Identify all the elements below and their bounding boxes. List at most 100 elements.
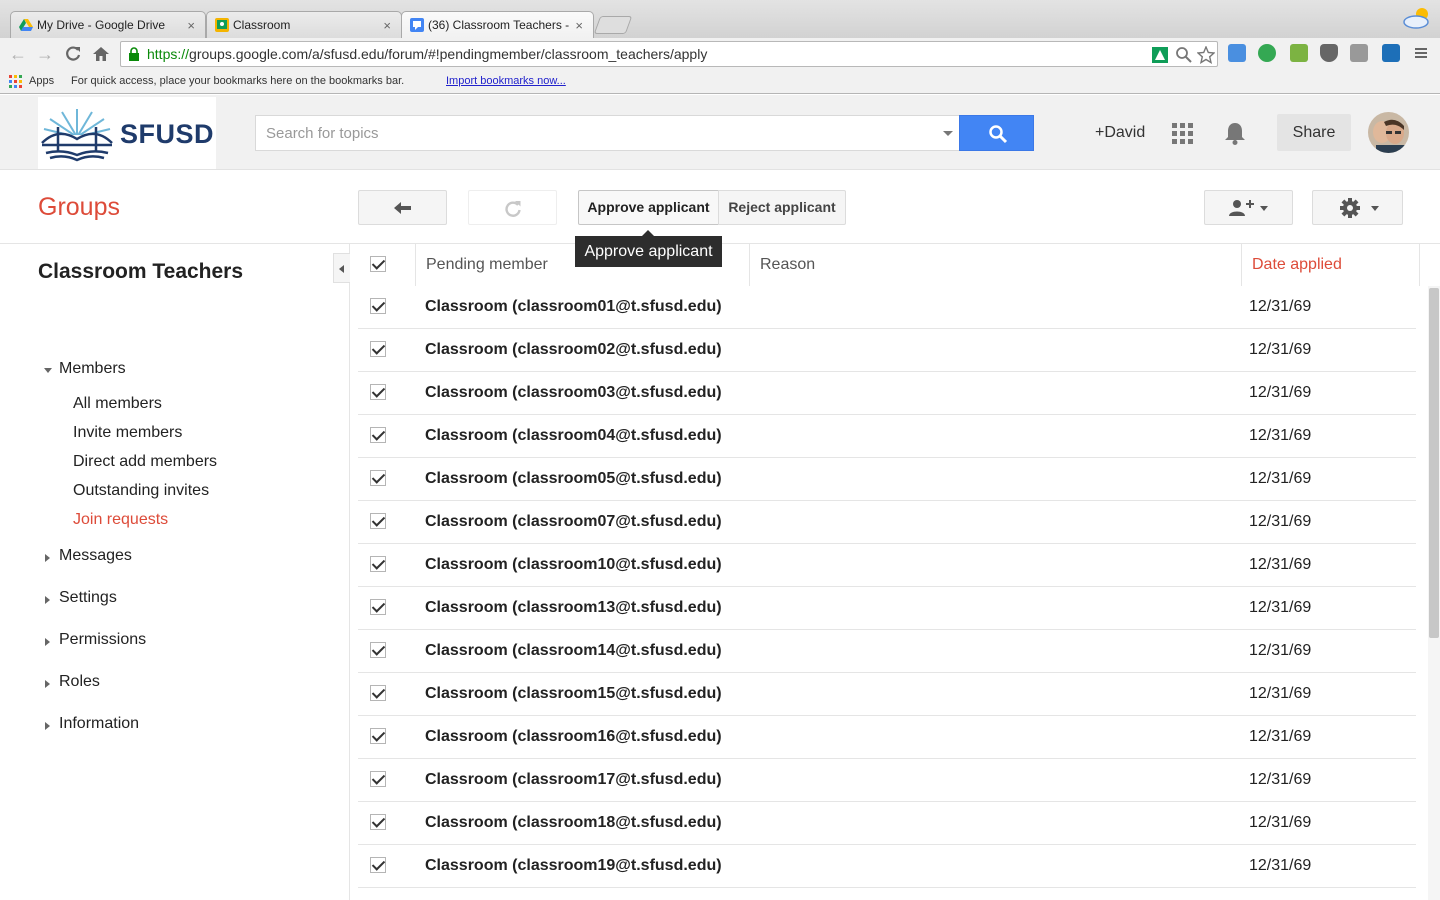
collapsed-triangle-icon[interactable] — [45, 680, 50, 688]
row-checkbox[interactable] — [370, 470, 386, 486]
member-name[interactable]: Classroom (classroom02@t.sfusd.edu) — [425, 341, 722, 359]
weather-icon[interactable] — [1402, 6, 1432, 30]
search-button[interactable] — [959, 115, 1034, 151]
table-row[interactable]: Classroom (classroom10@t.sfusd.edu) 12/31… — [358, 544, 1416, 587]
table-row[interactable]: Classroom (classroom14@t.sfusd.edu) 12/31… — [358, 630, 1416, 673]
row-checkbox[interactable] — [370, 513, 386, 529]
member-name[interactable]: Classroom (classroom19@t.sfusd.edu) — [425, 857, 722, 875]
sidebar-section-messages[interactable]: Messages — [59, 547, 132, 565]
approve-applicant-button[interactable]: Approve applicant — [578, 190, 719, 225]
row-checkbox[interactable] — [370, 599, 386, 615]
row-checkbox[interactable] — [370, 556, 386, 572]
chrome-menu-icon[interactable] — [1412, 44, 1430, 62]
tab-classroom-teachers[interactable]: (36) Classroom Teachers - × — [401, 11, 594, 38]
reject-applicant-button[interactable]: Reject applicant — [718, 190, 846, 225]
close-tab-icon[interactable]: × — [383, 18, 391, 33]
expanded-triangle-icon[interactable] — [44, 368, 52, 373]
table-row[interactable]: Classroom (classroom19@t.sfusd.edu) 12/31… — [358, 845, 1416, 888]
table-row[interactable]: Classroom (classroom05@t.sfusd.edu) 12/31… — [358, 458, 1416, 501]
group-name[interactable]: Classroom Teachers — [38, 260, 243, 284]
row-checkbox[interactable] — [370, 814, 386, 830]
hangouts-extension-icon[interactable] — [1151, 46, 1169, 64]
row-checkbox[interactable] — [370, 642, 386, 658]
close-tab-icon[interactable]: × — [575, 18, 583, 33]
member-name[interactable]: Classroom (classroom01@t.sfusd.edu) — [425, 298, 722, 316]
column-header-reason[interactable]: Reason — [760, 244, 815, 286]
collapse-sidebar-button[interactable] — [333, 253, 350, 283]
row-checkbox[interactable] — [370, 685, 386, 701]
zoom-icon[interactable] — [1175, 46, 1193, 64]
refresh-button[interactable] — [468, 190, 557, 225]
collapsed-triangle-icon[interactable] — [45, 554, 50, 562]
back-button[interactable] — [358, 190, 447, 225]
member-name[interactable]: Classroom (classroom16@t.sfusd.edu) — [425, 728, 722, 746]
pocket-icon[interactable] — [1320, 44, 1338, 62]
table-row[interactable]: Classroom (classroom02@t.sfusd.edu) 12/31… — [358, 329, 1416, 372]
apps-shortcut[interactable]: Apps — [29, 75, 54, 87]
sidebar-section-roles[interactable]: Roles — [59, 673, 100, 691]
extension-gear-icon[interactable] — [1290, 44, 1308, 62]
member-name[interactable]: Classroom (classroom17@t.sfusd.edu) — [425, 771, 722, 789]
row-checkbox[interactable] — [370, 427, 386, 443]
avatar[interactable] — [1368, 112, 1409, 153]
column-header-date-applied[interactable]: Date applied — [1252, 244, 1342, 286]
back-icon[interactable]: ← — [7, 43, 29, 65]
extension-s-icon[interactable] — [1382, 44, 1400, 62]
member-name[interactable]: Classroom (classroom04@t.sfusd.edu) — [425, 427, 722, 445]
row-checkbox[interactable] — [370, 341, 386, 357]
table-row[interactable]: Classroom (classroom01@t.sfusd.edu) 12/31… — [358, 286, 1416, 329]
extension-puzzle-icon[interactable] — [1350, 44, 1368, 62]
row-checkbox[interactable] — [370, 771, 386, 787]
member-name[interactable]: Classroom (classroom13@t.sfusd.edu) — [425, 599, 722, 617]
tab-my-drive[interactable]: My Drive - Google Drive × — [10, 11, 206, 38]
sidebar-item-all-members[interactable]: All members — [73, 395, 162, 413]
member-name[interactable]: Classroom (classroom03@t.sfusd.edu) — [425, 384, 722, 402]
member-name[interactable]: Classroom (classroom18@t.sfusd.edu) — [425, 814, 722, 832]
home-icon[interactable] — [90, 43, 112, 65]
member-name[interactable]: Classroom (classroom14@t.sfusd.edu) — [425, 642, 722, 660]
table-row[interactable]: Classroom (classroom15@t.sfusd.edu) 12/31… — [358, 673, 1416, 716]
sidebar-item-invite-members[interactable]: Invite members — [73, 424, 182, 442]
user-profile-link[interactable]: +David — [1095, 124, 1145, 142]
member-name[interactable]: Classroom (classroom15@t.sfusd.edu) — [425, 685, 722, 703]
table-row[interactable]: Classroom (classroom17@t.sfusd.edu) 12/31… — [358, 759, 1416, 802]
member-name[interactable]: Classroom (classroom05@t.sfusd.edu) — [425, 470, 722, 488]
table-row[interactable]: Classroom (classroom03@t.sfusd.edu) 12/31… — [358, 372, 1416, 415]
column-header-pending-member[interactable]: Pending member — [426, 244, 548, 286]
google-apps-icon[interactable] — [1172, 123, 1193, 144]
import-bookmarks-link[interactable]: Import bookmarks now... — [446, 75, 566, 87]
extension-evernote-icon[interactable] — [1258, 44, 1276, 62]
groups-title[interactable]: Groups — [38, 193, 120, 222]
extension-arrow-icon[interactable] — [1228, 44, 1246, 62]
row-checkbox[interactable] — [370, 298, 386, 314]
notifications-bell-icon[interactable] — [1222, 120, 1248, 146]
member-actions-button[interactable] — [1204, 190, 1293, 225]
table-row[interactable]: Classroom (classroom18@t.sfusd.edu) 12/31… — [358, 802, 1416, 845]
address-bar[interactable]: https://groups.google.com/a/sfusd.edu/fo… — [120, 41, 1218, 67]
row-checkbox[interactable] — [370, 857, 386, 873]
forward-icon[interactable]: → — [34, 43, 56, 65]
sidebar-item-direct-add-members[interactable]: Direct add members — [73, 453, 217, 471]
sidebar-section-settings[interactable]: Settings — [59, 589, 117, 607]
member-name[interactable]: Classroom (classroom10@t.sfusd.edu) — [425, 556, 722, 574]
scrollbar-thumb[interactable] — [1429, 288, 1439, 638]
sidebar-item-join-requests[interactable]: Join requests — [73, 511, 168, 529]
sidebar-section-information[interactable]: Information — [59, 715, 139, 733]
sidebar-item-outstanding-invites[interactable]: Outstanding invites — [73, 482, 209, 500]
collapsed-triangle-icon[interactable] — [45, 722, 50, 730]
sidebar-section-members[interactable]: Members — [59, 360, 126, 378]
search-box[interactable] — [255, 115, 960, 151]
row-checkbox[interactable] — [370, 728, 386, 744]
tab-classroom[interactable]: Classroom × — [206, 11, 402, 38]
close-tab-icon[interactable]: × — [187, 18, 195, 33]
collapsed-triangle-icon[interactable] — [45, 596, 50, 604]
apps-icon[interactable] — [9, 75, 22, 88]
new-tab-button[interactable] — [593, 16, 633, 34]
member-name[interactable]: Classroom (classroom07@t.sfusd.edu) — [425, 513, 722, 531]
bookmark-star-icon[interactable] — [1196, 45, 1216, 64]
group-settings-button[interactable] — [1312, 190, 1403, 225]
share-button[interactable]: Share — [1277, 114, 1351, 151]
select-all-checkbox[interactable] — [370, 256, 386, 272]
table-scrollbar[interactable] — [1428, 286, 1440, 900]
table-row[interactable]: Classroom (classroom04@t.sfusd.edu) 12/31… — [358, 415, 1416, 458]
